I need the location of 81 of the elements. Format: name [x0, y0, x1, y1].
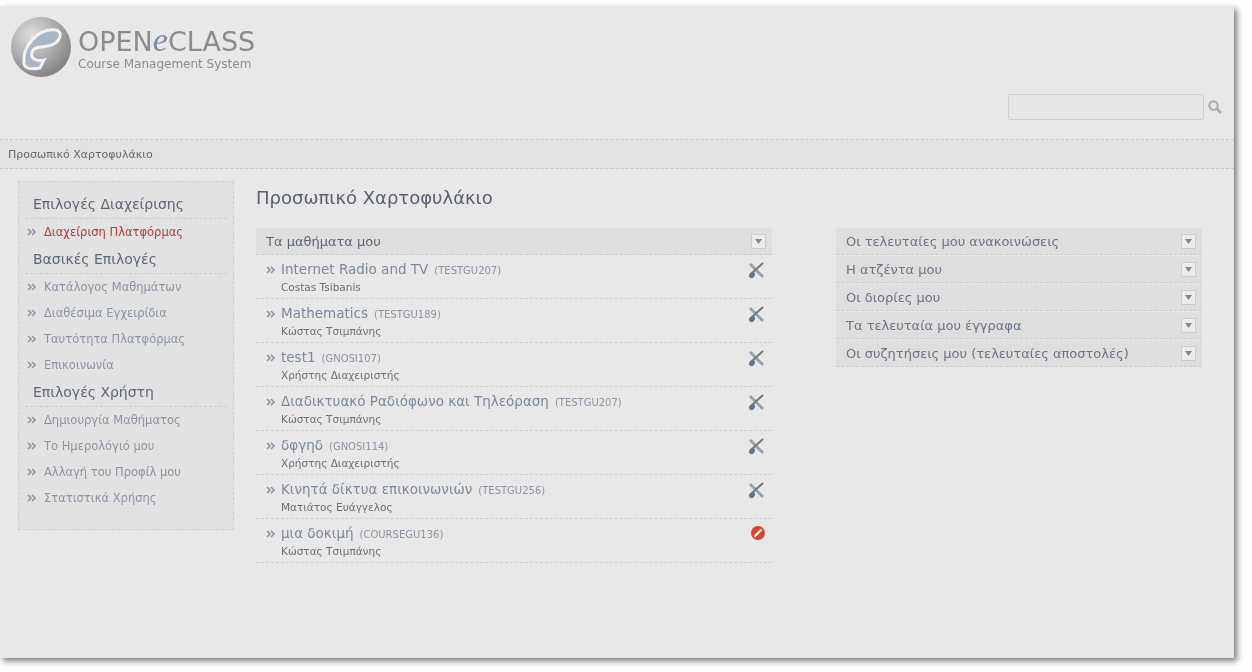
double-chevron-icon: [266, 442, 275, 450]
sidebar-item[interactable]: Δημιουργία Μαθήματος: [19, 407, 233, 433]
course-teacher: Ματιάτος Ευάγγελος: [281, 501, 394, 513]
no-entry-icon[interactable]: [750, 525, 766, 541]
sidebar-heading: Βασικές Επιλογές: [25, 245, 227, 274]
course-code: (GNOSI114): [329, 441, 389, 452]
double-chevron-icon: [27, 335, 36, 343]
course-link[interactable]: Κινητά δίκτυα επικοινωνιών: [281, 481, 473, 497]
dropdown-toggle[interactable]: [1181, 233, 1196, 249]
double-chevron-icon: [266, 354, 275, 362]
caret-icon: [1185, 322, 1192, 328]
course-link[interactable]: test1: [281, 349, 316, 365]
double-chevron-icon: [266, 310, 275, 318]
sidebar-item[interactable]: Επικοινωνία: [19, 352, 233, 378]
logo-wordmark: OPENeCLASS: [78, 23, 256, 57]
breadcrumb[interactable]: Προσωπικό Χαρτοφυλάκιο: [8, 147, 153, 161]
course-link[interactable]: Διαδικτυακό Ραδιόφωνο και Τηλεόραση: [281, 393, 549, 409]
dropdown-toggle[interactable]: [1181, 345, 1196, 361]
double-chevron-icon: [266, 398, 275, 406]
caret-icon: [755, 238, 762, 244]
double-chevron-icon: [27, 468, 36, 476]
course-code: (COURSEGU136): [359, 529, 444, 540]
double-chevron-icon: [266, 266, 275, 274]
panel-title: Οι συζητήσεις μου (τελευταίες αποστολές): [846, 345, 1129, 361]
panel-title: Τα τελευταία μου έγγραφα: [846, 317, 1022, 333]
dropdown-toggle[interactable]: [1181, 261, 1196, 277]
course-teacher: Χρήστης Διαχειριστής: [281, 369, 400, 381]
logo-tagline: Course Management System: [78, 57, 253, 71]
sidebar-heading: Επιλογές Διαχείρισης: [25, 190, 227, 219]
search-field[interactable]: [1008, 94, 1204, 120]
course-code: (TESTGU256): [478, 485, 546, 496]
sidebar-item[interactable]: Το Ημερολόγιό μου: [19, 433, 233, 459]
panel-title: Οι τελευταίες μου ανακοινώσεις: [846, 233, 1060, 249]
double-chevron-icon: [27, 309, 36, 317]
search-icon[interactable]: [1208, 100, 1222, 114]
course-link[interactable]: Internet Radio and TV: [281, 261, 429, 277]
caret-icon: [1185, 266, 1192, 272]
page-title: Προσωπικό Χαρτοφυλάκιο: [256, 187, 494, 208]
course-teacher: Χρήστης Διαχειριστής: [281, 457, 400, 469]
dropdown-toggle[interactable]: [1181, 317, 1196, 333]
course-link[interactable]: μια δοκιμή: [281, 525, 354, 541]
caret-icon: [1185, 294, 1192, 300]
panel-title: Οι διορίες μου: [846, 289, 941, 305]
section-title: Τα μαθήματα μου: [266, 233, 381, 249]
sidebar-heading: Επιλογές Χρήστη: [25, 378, 227, 407]
double-chevron-icon: [27, 361, 36, 369]
dropdown-toggle[interactable]: [751, 233, 766, 249]
course-code: (GNOSI107): [321, 353, 381, 364]
double-chevron-icon: [27, 442, 36, 450]
tools-icon[interactable]: [748, 481, 766, 499]
panel-title: Η ατζέντα μου: [846, 261, 942, 277]
tools-icon[interactable]: [748, 261, 766, 279]
course-link[interactable]: δφγηδ: [281, 437, 323, 453]
tools-icon[interactable]: [748, 437, 766, 455]
double-chevron-icon: [27, 283, 36, 291]
course-teacher: Κώστας Τσιμπάνης: [281, 413, 383, 425]
dropdown-toggle[interactable]: [1181, 289, 1196, 305]
course-code: (TESTGU207): [554, 397, 622, 408]
tools-icon[interactable]: [748, 305, 766, 323]
course-teacher: Κώστας Τσιμπάνης: [281, 325, 383, 337]
double-chevron-icon: [266, 486, 275, 494]
double-chevron-icon: [27, 494, 36, 502]
double-chevron-icon: [266, 530, 275, 538]
course-code: (TESTGU189): [374, 309, 441, 320]
sidebar-item[interactable]: Στατιστικά Χρήσης: [19, 485, 233, 511]
course-teacher: Κώστας Τσιμπάνης: [281, 545, 383, 557]
sidebar-item[interactable]: Διαχείριση Πλατφόρμας: [19, 219, 233, 245]
sidebar-item[interactable]: Διαθέσιμα Εγχειρίδια: [19, 300, 233, 326]
sidebar-item[interactable]: Αλλαγή του Προφίλ μου: [19, 459, 233, 485]
course-code: (TESTGU207): [434, 265, 502, 276]
course-link[interactable]: Mathematics: [281, 305, 368, 321]
sidebar-item[interactable]: Ταυτότητα Πλατφόρμας: [19, 326, 233, 352]
caret-icon: [1185, 350, 1192, 356]
tools-icon[interactable]: [748, 349, 766, 367]
caret-icon: [1185, 238, 1192, 244]
logo-icon: [10, 16, 72, 78]
tools-icon[interactable]: [748, 393, 766, 411]
course-teacher: Costas Tsibanis: [281, 281, 362, 293]
double-chevron-icon: [27, 228, 36, 236]
double-chevron-icon: [27, 416, 36, 424]
sidebar-item[interactable]: Κατάλογος Μαθημάτων: [19, 274, 233, 300]
